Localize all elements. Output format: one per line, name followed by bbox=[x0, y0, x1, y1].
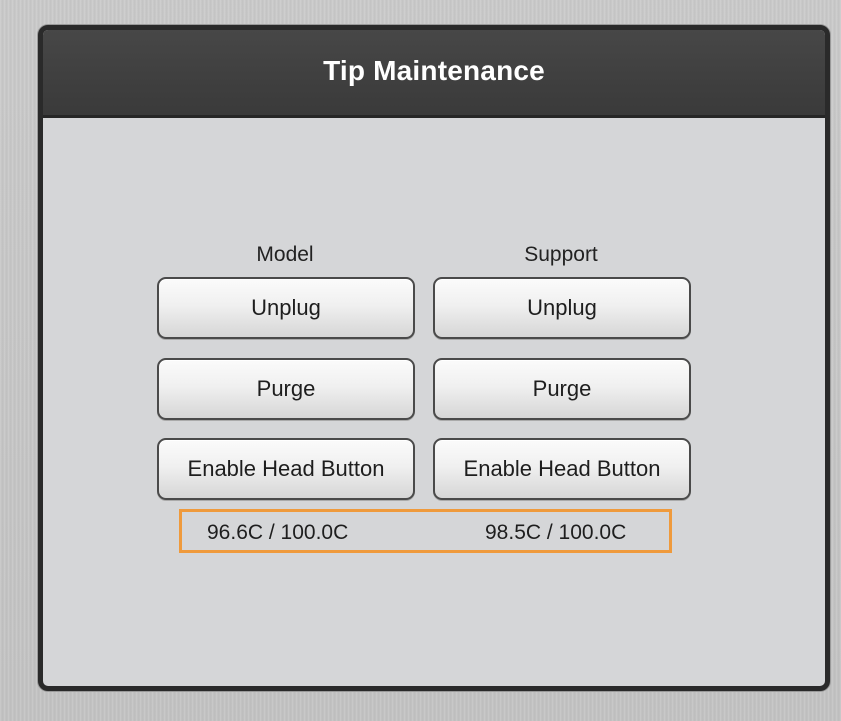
model-enable-head-button[interactable]: Enable Head Button bbox=[157, 438, 415, 500]
support-purge-button[interactable]: Purge bbox=[433, 358, 691, 420]
model-temperature: 96.6C / 100.0C bbox=[207, 521, 349, 544]
dialog-title: Tip Maintenance bbox=[323, 54, 545, 86]
temperature-readouts: 96.6C / 100.0C 98.5C / 100.0C bbox=[179, 509, 672, 553]
support-column-header: Support bbox=[524, 243, 598, 266]
model-column-header: Model bbox=[256, 243, 314, 266]
support-enable-head-button[interactable]: Enable Head Button bbox=[433, 438, 691, 500]
support-unplug-button[interactable]: Unplug bbox=[433, 277, 691, 339]
model-unplug-button[interactable]: Unplug bbox=[157, 277, 415, 339]
tip-maintenance-dialog: Tip Maintenance Model Support Unplug Pur… bbox=[38, 25, 830, 691]
dialog-titlebar: Tip Maintenance bbox=[43, 30, 825, 118]
support-temperature: 98.5C / 100.0C bbox=[485, 521, 627, 544]
model-purge-button[interactable]: Purge bbox=[157, 358, 415, 420]
